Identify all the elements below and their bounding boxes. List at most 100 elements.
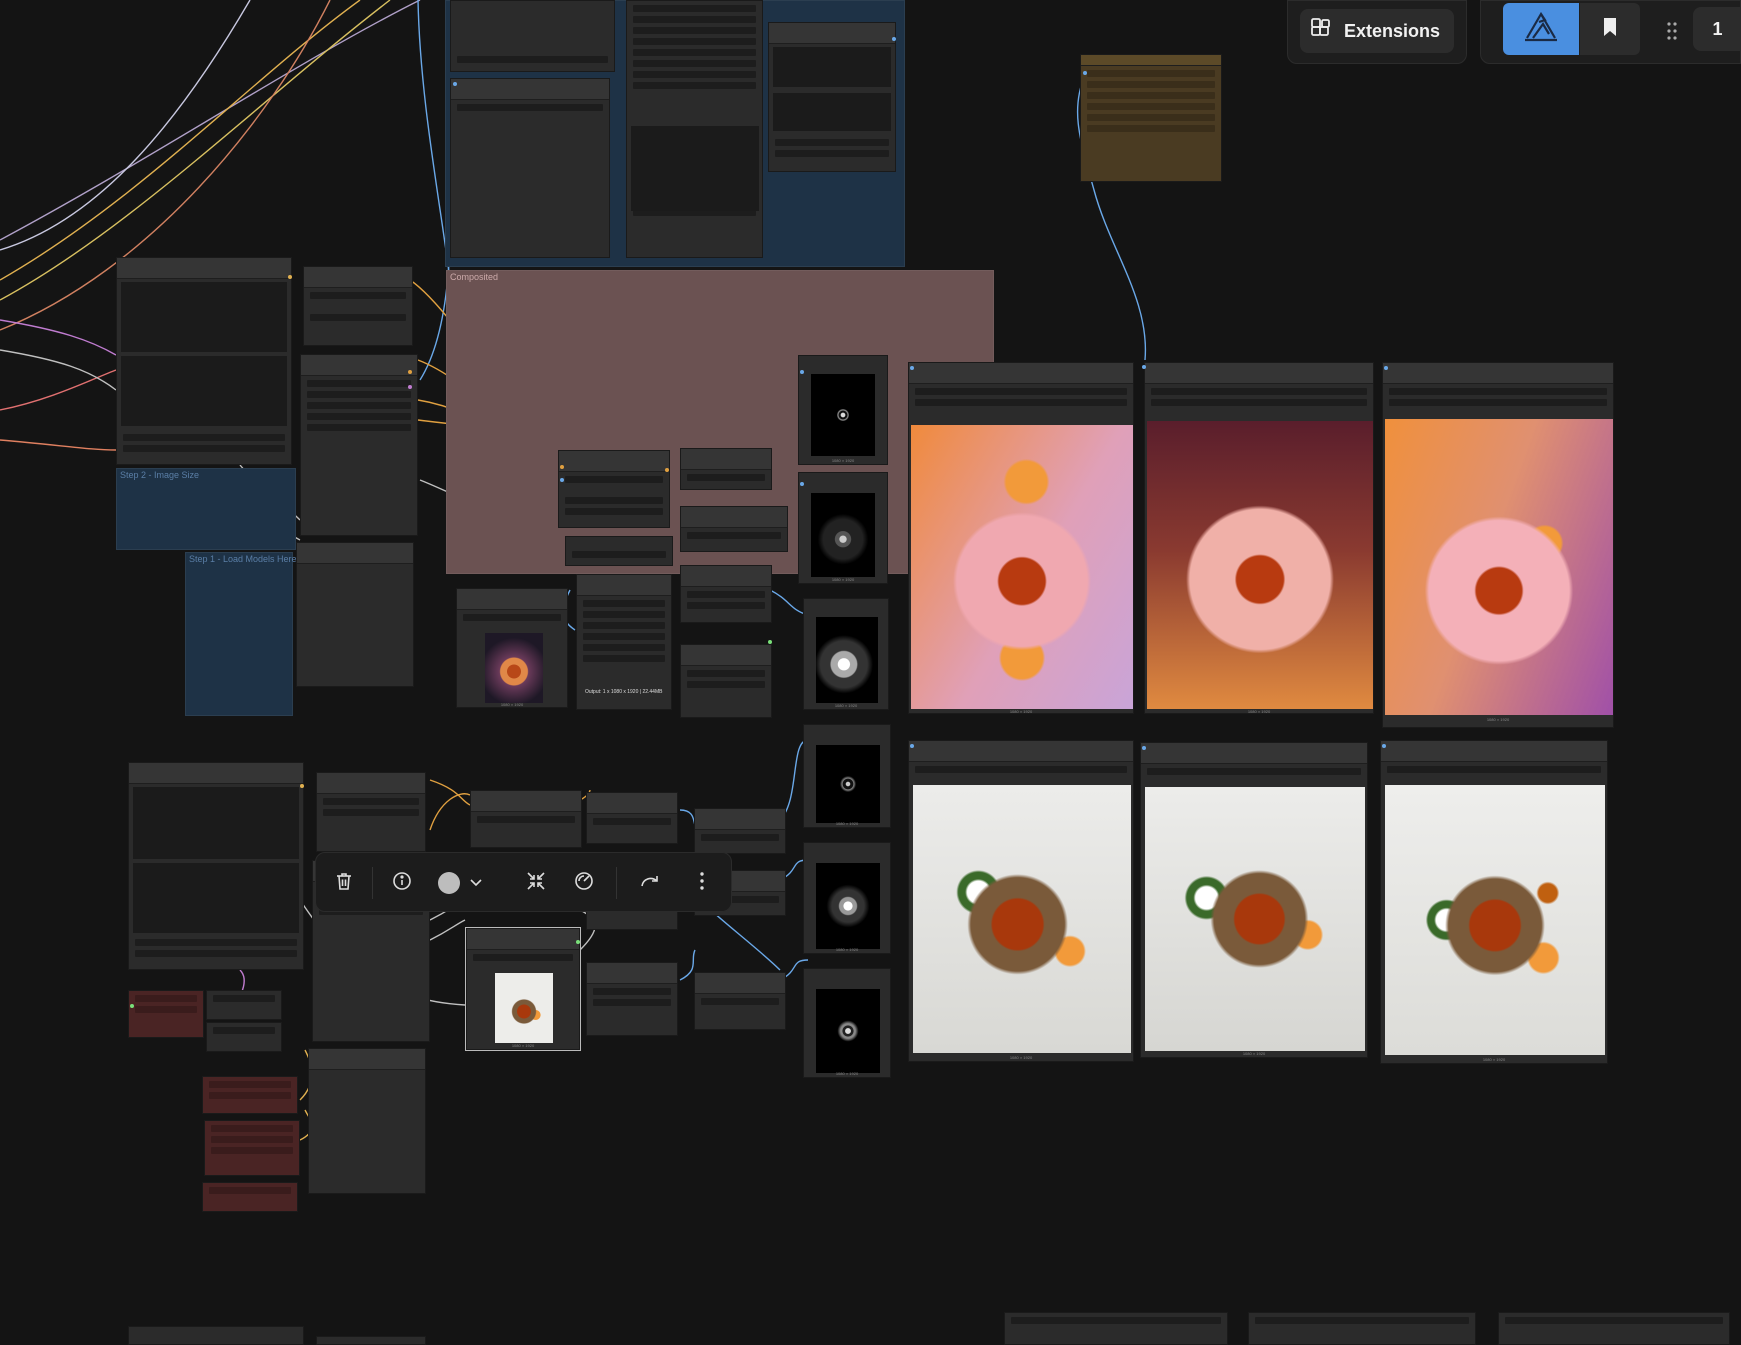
node[interactable] xyxy=(626,0,763,258)
output-slot[interactable] xyxy=(576,940,580,944)
node[interactable] xyxy=(128,762,304,970)
redo-icon xyxy=(639,872,661,895)
input-slot[interactable] xyxy=(1142,365,1146,369)
node-muted[interactable] xyxy=(202,1076,298,1114)
input-slot[interactable] xyxy=(1083,71,1087,75)
node[interactable] xyxy=(450,0,615,72)
node-preview-image[interactable]: 1080 × 1920 xyxy=(1144,362,1374,714)
extensions-button[interactable]: Extensions xyxy=(1300,9,1455,53)
logo-button[interactable] xyxy=(1503,3,1579,55)
output-slot[interactable] xyxy=(288,275,292,279)
input-slot[interactable] xyxy=(130,1004,134,1008)
input-slot[interactable] xyxy=(1382,744,1386,748)
toolbar-divider xyxy=(616,867,617,899)
node[interactable] xyxy=(1498,1312,1730,1345)
delete-button[interactable] xyxy=(328,867,360,899)
redo-button[interactable] xyxy=(634,867,666,899)
input-slot[interactable] xyxy=(800,370,804,374)
node[interactable] xyxy=(680,565,772,623)
node[interactable] xyxy=(768,22,896,172)
node[interactable] xyxy=(586,792,678,844)
group-step2-image-size[interactable]: Step 2 - Image Size xyxy=(116,468,296,550)
color-picker-button[interactable] xyxy=(438,867,494,899)
info-button[interactable] xyxy=(386,867,418,899)
node[interactable] xyxy=(316,772,426,852)
node[interactable] xyxy=(316,1336,426,1345)
node-primitive[interactable] xyxy=(1080,54,1222,182)
input-slot[interactable] xyxy=(560,478,564,482)
queue-count: 1 xyxy=(1712,18,1723,39)
collapse-button[interactable] xyxy=(520,867,552,899)
node-muted[interactable] xyxy=(204,1120,300,1176)
input-image xyxy=(495,973,553,1043)
node[interactable] xyxy=(1004,1312,1228,1345)
node[interactable] xyxy=(1248,1312,1476,1345)
group-step1-load-models[interactable]: Step 1 - Load Models Here xyxy=(185,552,297,716)
node[interactable] xyxy=(296,542,414,687)
preview-image xyxy=(1145,787,1365,1051)
node-mask-preview[interactable]: 1080 × 1920 xyxy=(803,842,891,954)
mask-caption: 1080 × 1920 xyxy=(831,458,855,463)
chevron-down-icon xyxy=(470,874,482,892)
mask-caption: 1080 × 1920 xyxy=(835,947,859,952)
node-muted[interactable] xyxy=(202,1182,298,1212)
node-mask-preview[interactable]: 1080 × 1920 xyxy=(803,724,891,828)
node-mask-preview[interactable]: 1080 × 1920 xyxy=(803,968,891,1078)
node[interactable] xyxy=(300,354,418,536)
node[interactable] xyxy=(694,808,786,854)
node[interactable] xyxy=(470,790,582,848)
node-mask-preview[interactable]: 1080 × 1920 xyxy=(803,598,889,710)
input-slot[interactable] xyxy=(1384,366,1388,370)
node-load-image[interactable]: 1080 × 1920 xyxy=(456,588,568,708)
node[interactable] xyxy=(558,450,670,528)
input-slot[interactable] xyxy=(910,744,914,748)
node[interactable] xyxy=(450,78,610,258)
node-preview-image[interactable]: 1080 × 1920 xyxy=(908,362,1134,714)
more-options-button[interactable] xyxy=(686,867,718,899)
node-muted[interactable] xyxy=(128,990,204,1038)
node[interactable] xyxy=(694,972,786,1030)
output-slot[interactable] xyxy=(408,370,412,374)
node[interactable] xyxy=(128,1326,304,1345)
input-slot[interactable] xyxy=(560,465,564,469)
node[interactable] xyxy=(303,266,413,346)
output-slot[interactable] xyxy=(665,468,669,472)
output-slot[interactable] xyxy=(892,37,896,41)
node[interactable] xyxy=(586,962,678,1036)
input-slot[interactable] xyxy=(800,482,804,486)
preview-caption: 1080 × 1920 xyxy=(1009,709,1033,714)
node[interactable] xyxy=(680,448,772,490)
output-slot[interactable] xyxy=(408,385,412,389)
node[interactable] xyxy=(565,536,673,566)
preview-image xyxy=(1385,419,1613,715)
bookmark-button[interactable] xyxy=(1580,3,1640,55)
app-logo-icon xyxy=(1521,10,1561,49)
extensions-panel: Extensions xyxy=(1287,0,1467,64)
input-slot[interactable] xyxy=(910,366,914,370)
node-preview-image[interactable]: 1080 × 1920 xyxy=(1140,742,1368,1058)
node[interactable] xyxy=(680,644,772,718)
node-mask-preview[interactable]: 1080 × 1920 xyxy=(798,472,888,584)
node-load-image[interactable]: 1080 × 1920 xyxy=(465,927,581,1051)
more-vertical-icon xyxy=(699,871,705,896)
node[interactable] xyxy=(206,1022,282,1052)
node-preview-image[interactable]: 1080 × 1920 xyxy=(908,740,1134,1062)
input-slot[interactable] xyxy=(453,82,457,86)
bypass-button[interactable] xyxy=(568,867,600,899)
output-slot[interactable] xyxy=(768,640,772,644)
output-slot[interactable] xyxy=(300,784,304,788)
node[interactable] xyxy=(680,506,788,552)
graph-canvas[interactable]: Composited Step 2 - Image Size Step 1 - … xyxy=(0,0,1741,1345)
queue-button[interactable]: 1 xyxy=(1693,7,1741,51)
input-slot[interactable] xyxy=(1142,746,1146,750)
node-preview-image[interactable]: 1080 × 1920 xyxy=(1382,362,1614,728)
drag-handle-icon[interactable] xyxy=(1666,21,1678,46)
node-preview-image[interactable]: 1080 × 1920 xyxy=(1380,740,1608,1064)
node-mask-preview[interactable]: 1080 × 1920 xyxy=(798,355,888,465)
collapse-icon xyxy=(526,871,546,896)
output-info: Output: 1 x 1080 x 1920 | 22.44MB xyxy=(585,689,663,695)
node[interactable]: Output: 1 x 1080 x 1920 | 22.44MB xyxy=(576,574,672,710)
node[interactable] xyxy=(206,990,282,1020)
node[interactable] xyxy=(308,1048,426,1194)
node[interactable] xyxy=(116,257,292,465)
